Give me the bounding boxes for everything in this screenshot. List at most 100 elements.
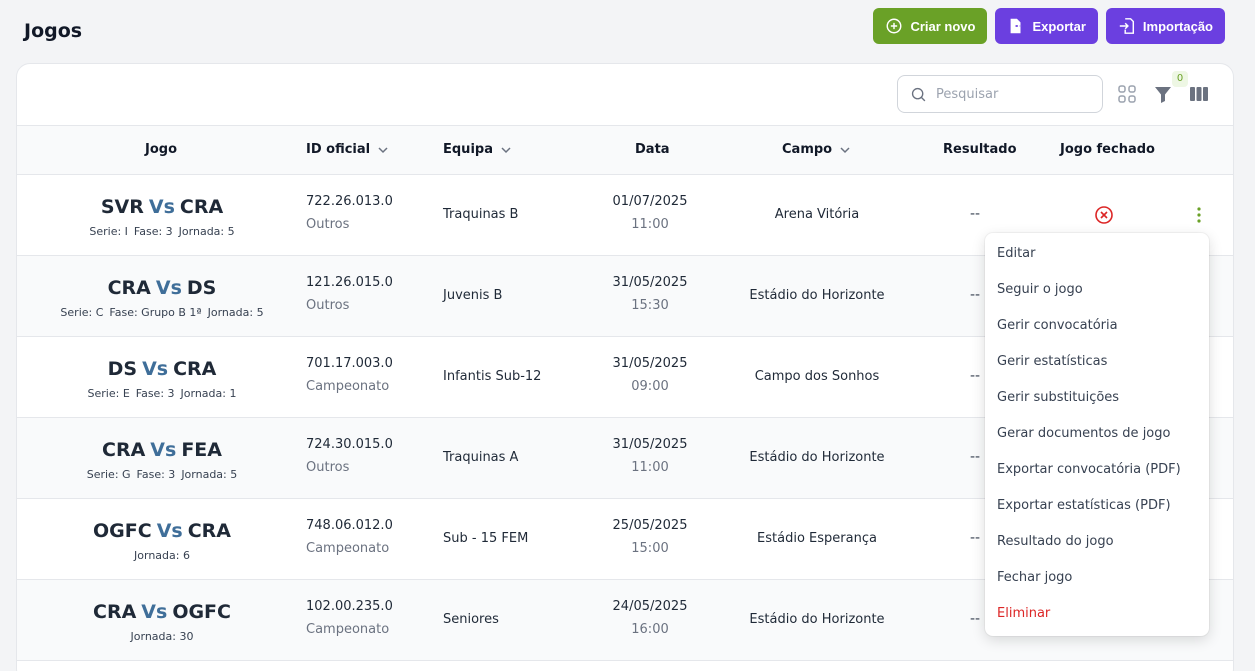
match-cell: CRA Vs DS Serie: C Fase: Grupo B 1ª Jornada:… [17, 277, 307, 319]
column-header-jogo-label: Jogo [145, 142, 178, 157]
menu-item-gerir-convocatoria[interactable]: Gerir convocatória [985, 307, 1209, 343]
match-meta-item: Jornada: 5 [178, 225, 235, 238]
match-meta: Serie: G Fase: 3 Jornada: 5 [17, 468, 307, 481]
export-label: Exportar [1032, 18, 1086, 34]
create-new-button[interactable]: Criar novo [873, 8, 988, 44]
date-cell: 31/05/2025 09:00 [577, 356, 723, 394]
import-icon [1119, 18, 1134, 34]
search-box[interactable] [897, 75, 1103, 113]
menu-item-exportar-convocatoria-pdf[interactable]: Exportar convocatória (PDF) [985, 451, 1209, 487]
team-cell: Traquinas B [443, 207, 519, 222]
column-header-equipa[interactable]: Equipa [443, 142, 513, 157]
match-teams: DS Vs CRA [17, 358, 307, 380]
competition-type: Campeonato [306, 541, 390, 556]
match-time: 16:00 [631, 622, 669, 637]
column-header-id-oficial[interactable]: ID oficial [306, 142, 390, 157]
vs-label: Vs [148, 196, 175, 218]
match-date: 24/05/2025 [612, 599, 688, 614]
official-id-cell: 701.17.003.0 Campeonato [306, 356, 393, 394]
match-meta-item: Serie: I [89, 225, 128, 238]
menu-item-exportar-estatisticas-pdf[interactable]: Exportar estatísticas (PDF) [985, 487, 1209, 523]
away-team: FEA [181, 439, 222, 461]
official-id-cell: 722.26.013.0 Outros [306, 194, 393, 232]
match-date: 31/05/2025 [612, 356, 688, 371]
match-meta-item: Jornada: 30 [130, 630, 194, 643]
match-time: 11:00 [631, 217, 669, 232]
column-header-data-label: Data [635, 142, 670, 157]
official-id-cell: 121.26.015.0 Outros [306, 275, 393, 313]
away-team: CRA [187, 520, 231, 542]
import-button[interactable]: Importação [1105, 8, 1225, 44]
date-cell: 31/05/2025 11:00 [577, 437, 723, 475]
official-id: 121.26.015.0 [306, 275, 393, 290]
vs-label: Vs [156, 520, 183, 542]
menu-item-eliminar[interactable]: Eliminar [985, 595, 1209, 631]
match-meta: Jornada: 30 [17, 630, 307, 643]
column-header-equipa-label: Equipa [443, 142, 493, 157]
match-meta-item: Serie: E [87, 387, 130, 400]
date-cell: 31/05/2025 15:30 [577, 275, 723, 313]
competition-type: Campeonato [306, 379, 390, 394]
match-meta: Serie: C Fase: Grupo B 1ª Jornada: 5 [17, 306, 307, 319]
filter-icon[interactable] [1152, 83, 1174, 105]
column-header-jogo: Jogo [145, 142, 177, 157]
column-header-campo-label: Campo [782, 142, 833, 157]
filter-count-badge: 0 [1172, 71, 1188, 87]
field-cell: Estádio do Horizonte [749, 288, 885, 303]
official-id: 722.26.013.0 [306, 194, 393, 209]
menu-item-resultado-do-jogo[interactable]: Resultado do jogo [985, 523, 1209, 559]
match-meta-item: Fase: 3 [133, 225, 173, 238]
away-team: CRA [179, 196, 224, 218]
match-date: 31/05/2025 [612, 275, 688, 290]
menu-item-fechar-jogo[interactable]: Fechar jogo [985, 559, 1209, 595]
menu-item-gerar-documentos-de-jogo[interactable]: Gerar documentos de jogo [985, 415, 1209, 451]
result-cell: -- [969, 206, 981, 222]
field-cell: Estádio do Horizonte [749, 612, 885, 627]
export-icon [1011, 18, 1022, 34]
menu-item-gerir-estatisticas[interactable]: Gerir estatísticas [985, 343, 1209, 379]
team-cell: Traquinas A [443, 450, 519, 465]
chevron-down-icon [840, 146, 850, 153]
match-date: 31/05/2025 [612, 437, 688, 452]
competition-type: Outros [306, 217, 350, 232]
away-team: OGFC [172, 601, 231, 623]
official-id: 701.17.003.0 [306, 356, 393, 371]
menu-item-seguir-o-jogo[interactable]: Seguir o jogo [985, 271, 1209, 307]
match-meta-item: Serie: G [86, 468, 131, 481]
table-toolbar: 0 [17, 64, 1233, 125]
column-header-id-oficial-label: ID oficial [306, 142, 371, 157]
official-id-cell: 102.00.235.0 Campeonato [306, 599, 393, 637]
home-team: CRA [107, 277, 151, 299]
match-teams: CRA Vs OGFC [17, 601, 307, 623]
column-header-campo[interactable]: Campo [782, 142, 852, 157]
team-cell: Sub - 15 FEM [443, 531, 529, 546]
export-button[interactable]: Exportar [995, 8, 1098, 44]
competition-type: Outros [306, 298, 350, 313]
home-team: OGFC [93, 520, 152, 542]
field-cell: Arena Vitória [774, 207, 860, 222]
match-meta-item: Jornada: 6 [134, 549, 190, 562]
search-input[interactable] [936, 86, 1086, 102]
kebab-icon[interactable] [1191, 205, 1207, 225]
create-new-label: Criar novo [910, 18, 976, 34]
competition-type: Outros [306, 460, 350, 475]
date-cell: 25/05/2025 15:00 [577, 518, 723, 556]
team-cell: Infantis Sub-12 [443, 369, 542, 384]
columns-icon[interactable] [1188, 83, 1210, 105]
column-header-resultado: Resultado [943, 142, 1017, 157]
menu-item-editar[interactable]: Editar [985, 235, 1209, 271]
match-time: 09:00 [631, 379, 669, 394]
match-time: 15:30 [631, 298, 669, 313]
match-cell: CRA Vs FEA Serie: G Fase: 3 Jornada: 5 [17, 439, 307, 481]
x-circle-icon [1095, 206, 1113, 224]
official-id: 748.06.012.0 [306, 518, 393, 533]
column-header-jogo-fechado: Jogo fechado [1060, 142, 1155, 157]
competition-type: Campeonato [306, 622, 390, 637]
grid-view-icon[interactable] [1116, 83, 1138, 105]
official-id: 724.30.015.0 [306, 437, 393, 452]
menu-item-gerir-substituicoes[interactable]: Gerir substituições [985, 379, 1209, 415]
match-time: 15:00 [631, 541, 669, 556]
page-title: Jogos [24, 20, 83, 42]
match-meta-item: Fase: 3 [135, 387, 175, 400]
official-id-cell: 724.30.015.0 Outros [306, 437, 393, 475]
